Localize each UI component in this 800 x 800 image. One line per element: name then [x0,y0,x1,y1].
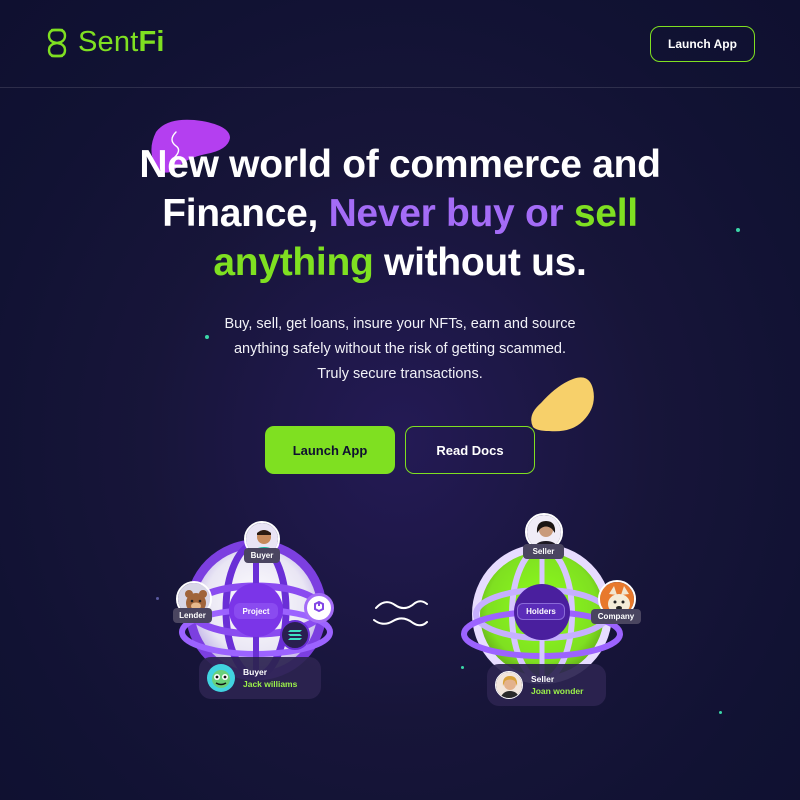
card-title: Buyer [243,667,268,677]
subtitle-line-3: Truly secure transactions. [317,366,483,382]
headline-line-1: New world of commerce and [139,143,661,186]
card-title: Seller [531,674,555,684]
jack-avatar [207,664,235,692]
headline-line-2: Finance, Never buy or sell [162,192,638,235]
card-name: Joan wonder [531,686,584,696]
solana-icon [280,620,310,650]
buyer-tag: Buyer [244,548,280,563]
lender-tag: Lender [173,608,212,623]
sentfi-logo-icon [47,28,67,57]
seller-info-card: Seller Joan wonder [487,664,606,706]
headline-line-3: anything without us. [213,241,587,284]
decor-dot [719,711,722,714]
project-label: Project [234,603,278,619]
hero-subtitle: Buy, sell, get loans, insure your NFTs, … [160,312,640,387]
top-navigation-bar: SentFi Launch App [0,0,800,88]
hero-headline: New world of commerce and Finance, Never… [40,140,760,287]
subtitle-line-2: anything safely without the risk of gett… [233,341,567,357]
seller-tag: Seller [523,544,564,559]
connection-wave-icon [373,600,428,627]
card-name: Jack williams [243,679,298,689]
company-tag: Company [591,609,641,624]
brand-name: SentFi [78,26,165,58]
nav-launch-app-button[interactable]: Launch App [650,26,755,62]
polygon-icon [304,593,334,623]
launch-app-button[interactable]: Launch App [265,426,395,474]
holders-label: Holders [517,603,565,620]
decor-dot [156,597,159,600]
buyer-info-card: Buyer Jack williams [199,657,321,699]
subtitle-line-1: Buy, sell, get loans, insure your NFTs, … [224,316,576,332]
brand-logo[interactable]: SentFi [44,26,165,59]
read-docs-button[interactable]: Read Docs [405,426,535,474]
joan-avatar [495,671,523,699]
